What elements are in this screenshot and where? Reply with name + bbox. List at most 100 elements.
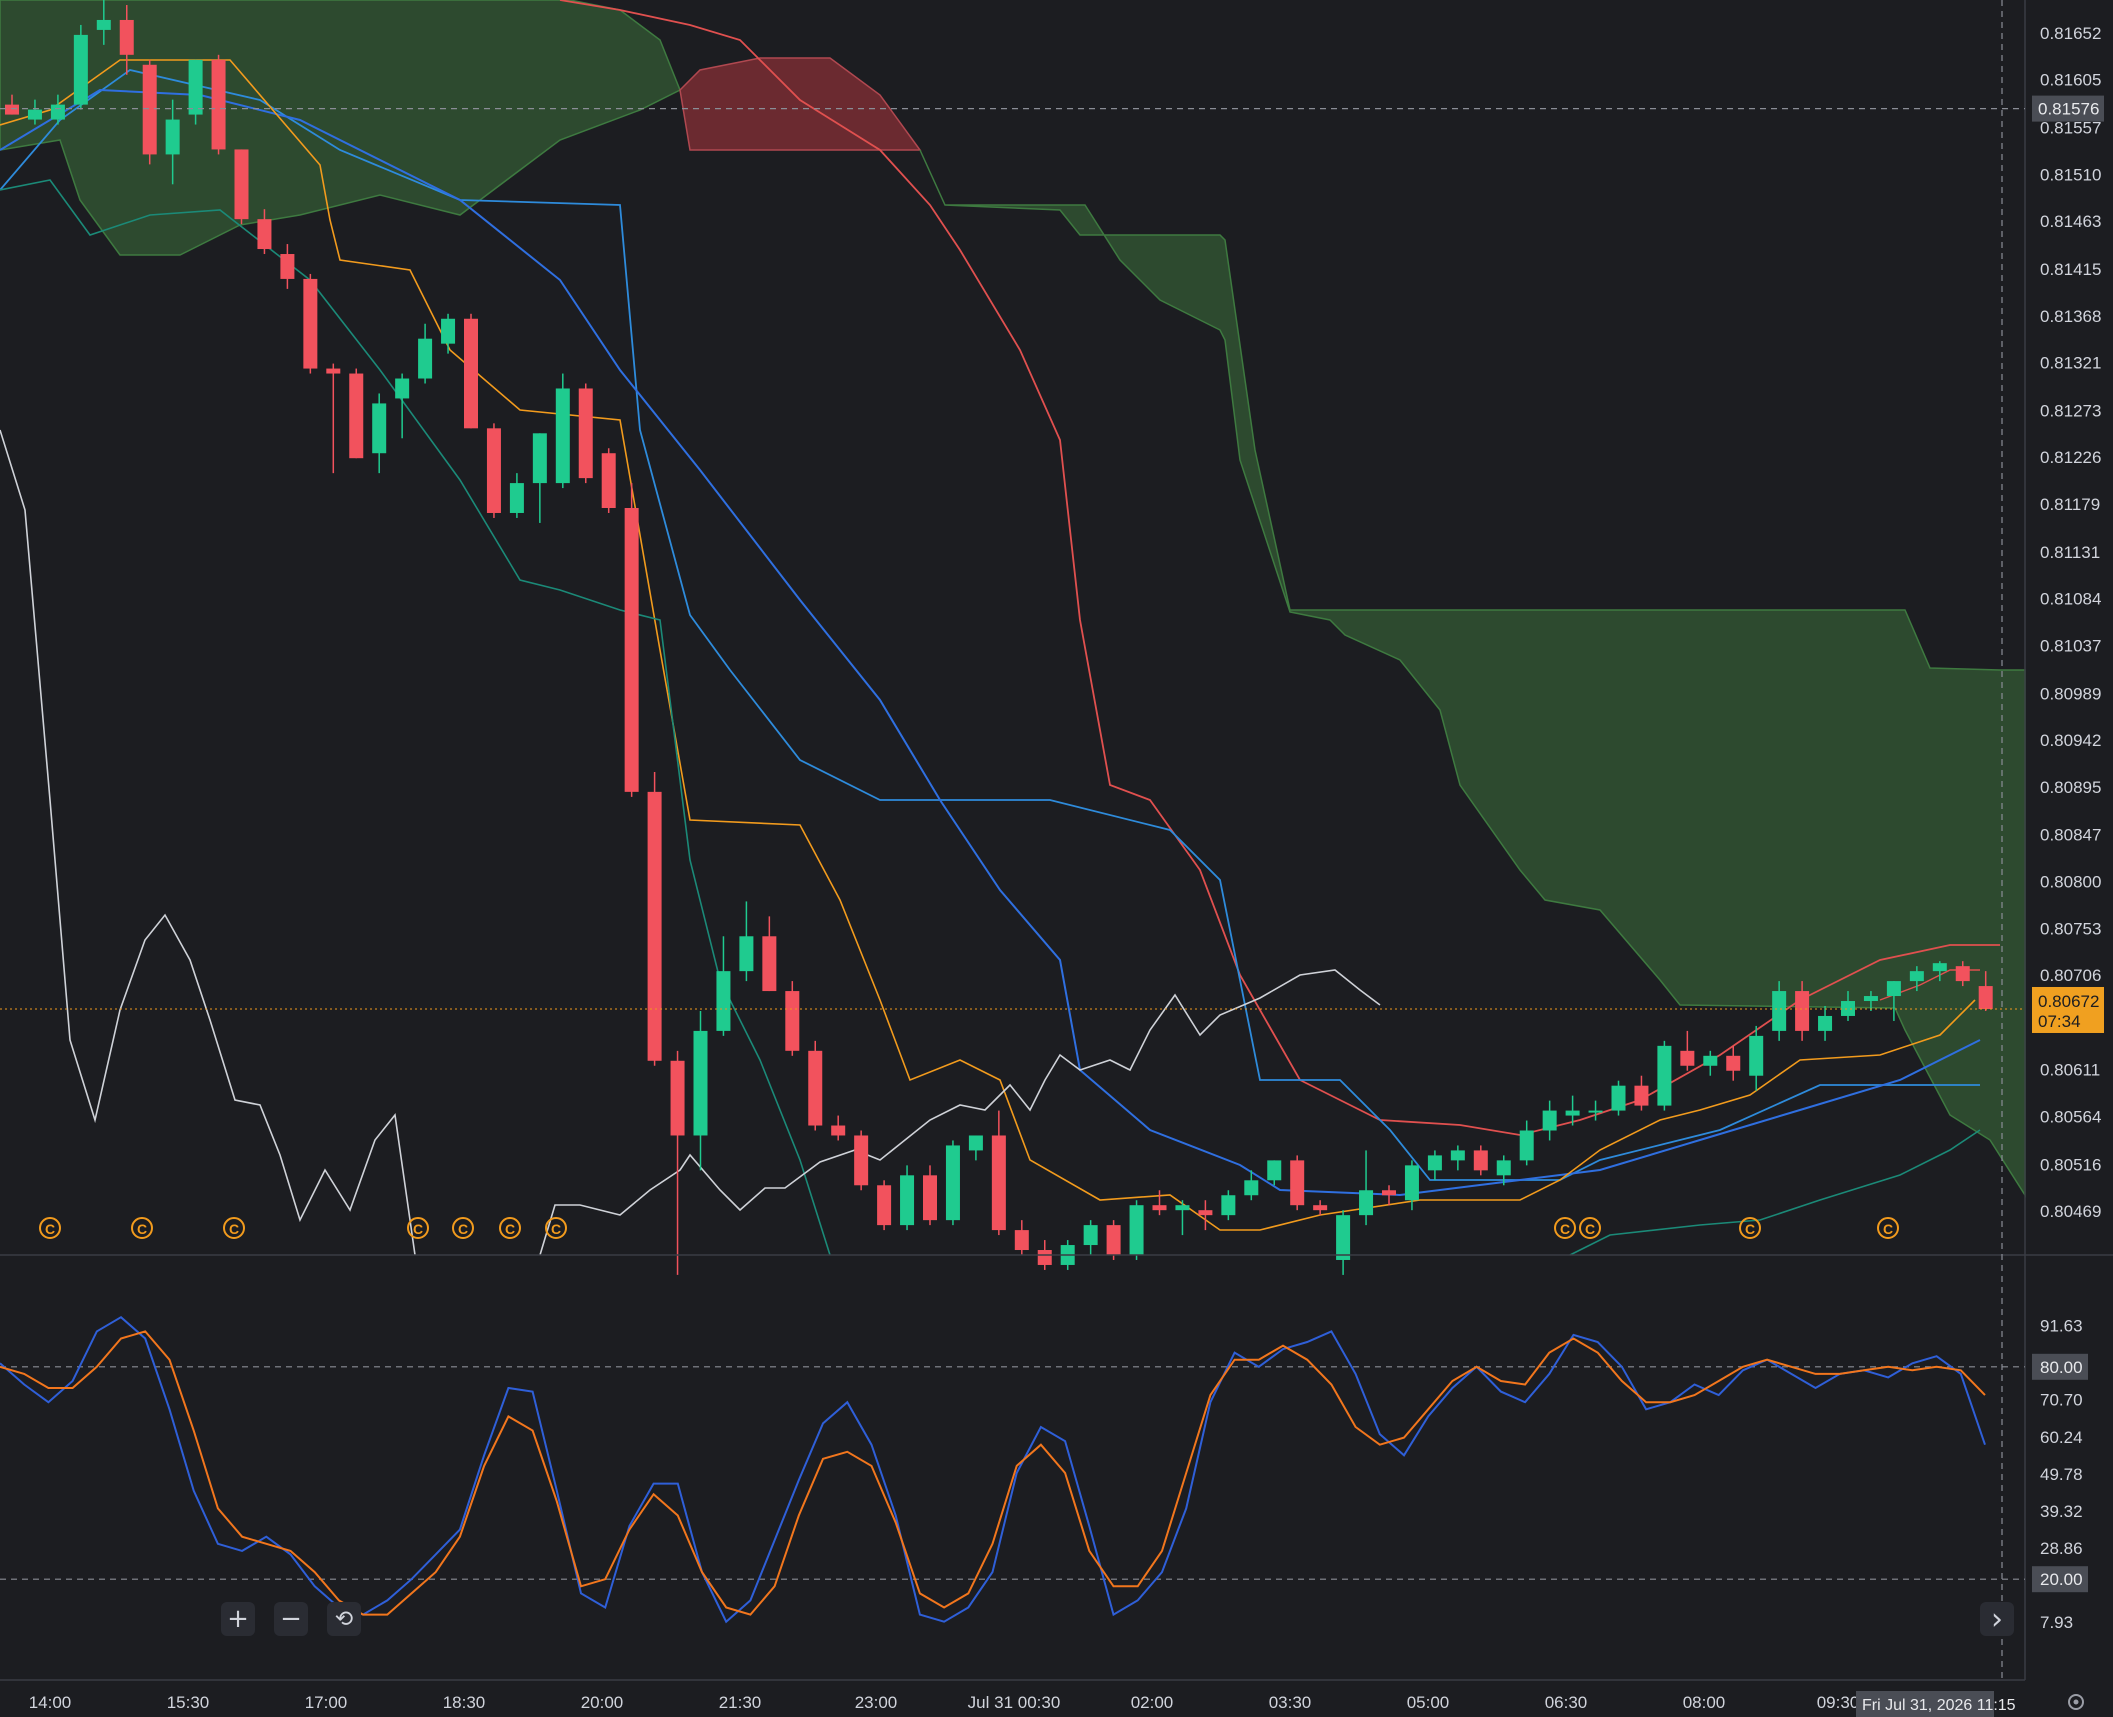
- price-tick-label: 0.81179: [2040, 495, 2100, 514]
- candle-body: [1932, 963, 1947, 972]
- svg-text:C: C: [505, 1221, 515, 1237]
- svg-text:C: C: [1585, 1221, 1595, 1237]
- svg-text:C: C: [229, 1221, 239, 1237]
- candle-body: [532, 433, 547, 484]
- scroll-right-button[interactable]: ›: [1980, 1602, 2014, 1637]
- candle-body: [119, 19, 134, 55]
- candle-body: [96, 19, 111, 30]
- stochastic-tick-label: 7.93: [2040, 1613, 2073, 1632]
- price-tick-label: 0.81321: [2040, 354, 2101, 373]
- price-tick-label: 0.81652: [2040, 24, 2101, 43]
- candle-body: [1382, 1190, 1396, 1196]
- candle-body: [257, 219, 272, 250]
- chart-canvas[interactable]: C C C C C C C C C C C0.816520.816050.815570.815100…: [0, 0, 2113, 1717]
- candle-body: [1795, 991, 1810, 1031]
- candle-body: [486, 428, 501, 513]
- price-tick-label: 0.80516: [2040, 1155, 2101, 1174]
- candle-body: [1404, 1165, 1419, 1201]
- candle-body: [165, 119, 180, 155]
- price-tick-label: 0.81084: [2040, 590, 2101, 609]
- candle-body: [1129, 1205, 1144, 1255]
- candle-body: [647, 791, 662, 1061]
- candle-body: [1657, 1045, 1672, 1106]
- candle-body: [670, 1060, 685, 1136]
- stochastic-band-label: 20.00: [2040, 1570, 2083, 1589]
- price-tick-label: 0.81037: [2040, 636, 2101, 655]
- candle-body: [1634, 1085, 1649, 1106]
- candle-body: [945, 1145, 960, 1221]
- candle-body: [900, 1175, 915, 1226]
- candle-body: [142, 64, 157, 155]
- candle-body: [1519, 1130, 1534, 1161]
- stochastic-tick-label: 28.86: [2040, 1539, 2083, 1558]
- price-tick-label: 0.80564: [2040, 1108, 2101, 1127]
- zoom-in-button[interactable]: +: [221, 1602, 255, 1636]
- candle-body: [303, 278, 318, 369]
- zoom-out-button[interactable]: −: [274, 1602, 308, 1636]
- candle-body: [441, 318, 456, 344]
- candle-body: [762, 936, 777, 992]
- price-tick-label: 0.81510: [2040, 165, 2101, 184]
- price-tick-label: 0.80989: [2040, 684, 2101, 703]
- price-tick-label: 0.81415: [2040, 260, 2101, 279]
- candle-body: [1863, 996, 1878, 1002]
- time-tick-label: 21:30: [719, 1693, 762, 1712]
- candle-body: [578, 388, 593, 479]
- price-tick-label: 0.81368: [2040, 307, 2101, 326]
- candle-body: [716, 971, 731, 1031]
- time-tick-label: 14:00: [29, 1693, 72, 1712]
- countdown-text: 07:34: [2038, 1012, 2081, 1031]
- svg-text:C: C: [137, 1221, 147, 1237]
- crosshair-time-text: Fri Jul 31, 2026 11:15: [1862, 1697, 2016, 1714]
- candle-body: [50, 104, 65, 120]
- candle-body: [188, 59, 203, 115]
- price-tick-label: 0.80753: [2040, 919, 2101, 938]
- candle-body: [1427, 1155, 1442, 1171]
- candle-body: [1014, 1230, 1029, 1251]
- candle-body: [1359, 1190, 1374, 1216]
- time-tick-label: 18:30: [443, 1693, 486, 1712]
- stochastic-tick-label: 39.32: [2040, 1502, 2083, 1521]
- price-tick-label: 0.81273: [2040, 401, 2101, 420]
- candle-body: [968, 1135, 983, 1151]
- candle-body: [1267, 1160, 1282, 1181]
- candle-body: [280, 254, 295, 279]
- price-tick-label: 0.80611: [2040, 1061, 2100, 1080]
- candle-body: [326, 368, 341, 374]
- candle-body: [785, 991, 800, 1051]
- stochastic-tick-label: 70.70: [2040, 1391, 2083, 1410]
- price-tick-label: 0.80895: [2040, 778, 2101, 797]
- price-tick-label: 0.80469: [2040, 1202, 2101, 1221]
- candle-body: [73, 34, 88, 105]
- candle-body: [1818, 1015, 1833, 1031]
- svg-text:C: C: [1745, 1221, 1755, 1237]
- stochastic-tick-label: 49.78: [2040, 1465, 2083, 1484]
- candle-body: [1198, 1210, 1213, 1216]
- price-tick-label: 0.81226: [2040, 448, 2101, 467]
- candle-body: [211, 59, 226, 150]
- candle-body: [1978, 986, 1993, 1009]
- candle-body: [1680, 1050, 1695, 1066]
- candle-body: [1542, 1110, 1557, 1131]
- candle-body: [1611, 1085, 1626, 1111]
- candle-body: [808, 1050, 823, 1126]
- current-price-text: 0.80672: [2038, 992, 2099, 1011]
- candle-body: [1496, 1160, 1511, 1176]
- time-tick-label: 17:00: [305, 1693, 348, 1712]
- candle-body: [877, 1185, 892, 1226]
- svg-text:C: C: [1560, 1221, 1570, 1237]
- svg-text:C: C: [458, 1221, 468, 1237]
- price-tick-label: 0.81605: [2040, 71, 2101, 90]
- candle-body: [1106, 1225, 1121, 1255]
- svg-text:C: C: [45, 1221, 55, 1237]
- candle-body: [624, 508, 639, 792]
- candle-body: [234, 149, 249, 220]
- candle-body: [831, 1125, 846, 1136]
- time-tick-label: Jul 31 00:30: [968, 1693, 1061, 1712]
- candle-body: [555, 388, 570, 484]
- price-tick-label: 0.80942: [2040, 731, 2101, 750]
- candle-body: [5, 104, 19, 115]
- reset-chart-button[interactable]: ⟲: [327, 1602, 361, 1636]
- candle-body: [1909, 971, 1924, 982]
- candle-body: [1955, 966, 1970, 982]
